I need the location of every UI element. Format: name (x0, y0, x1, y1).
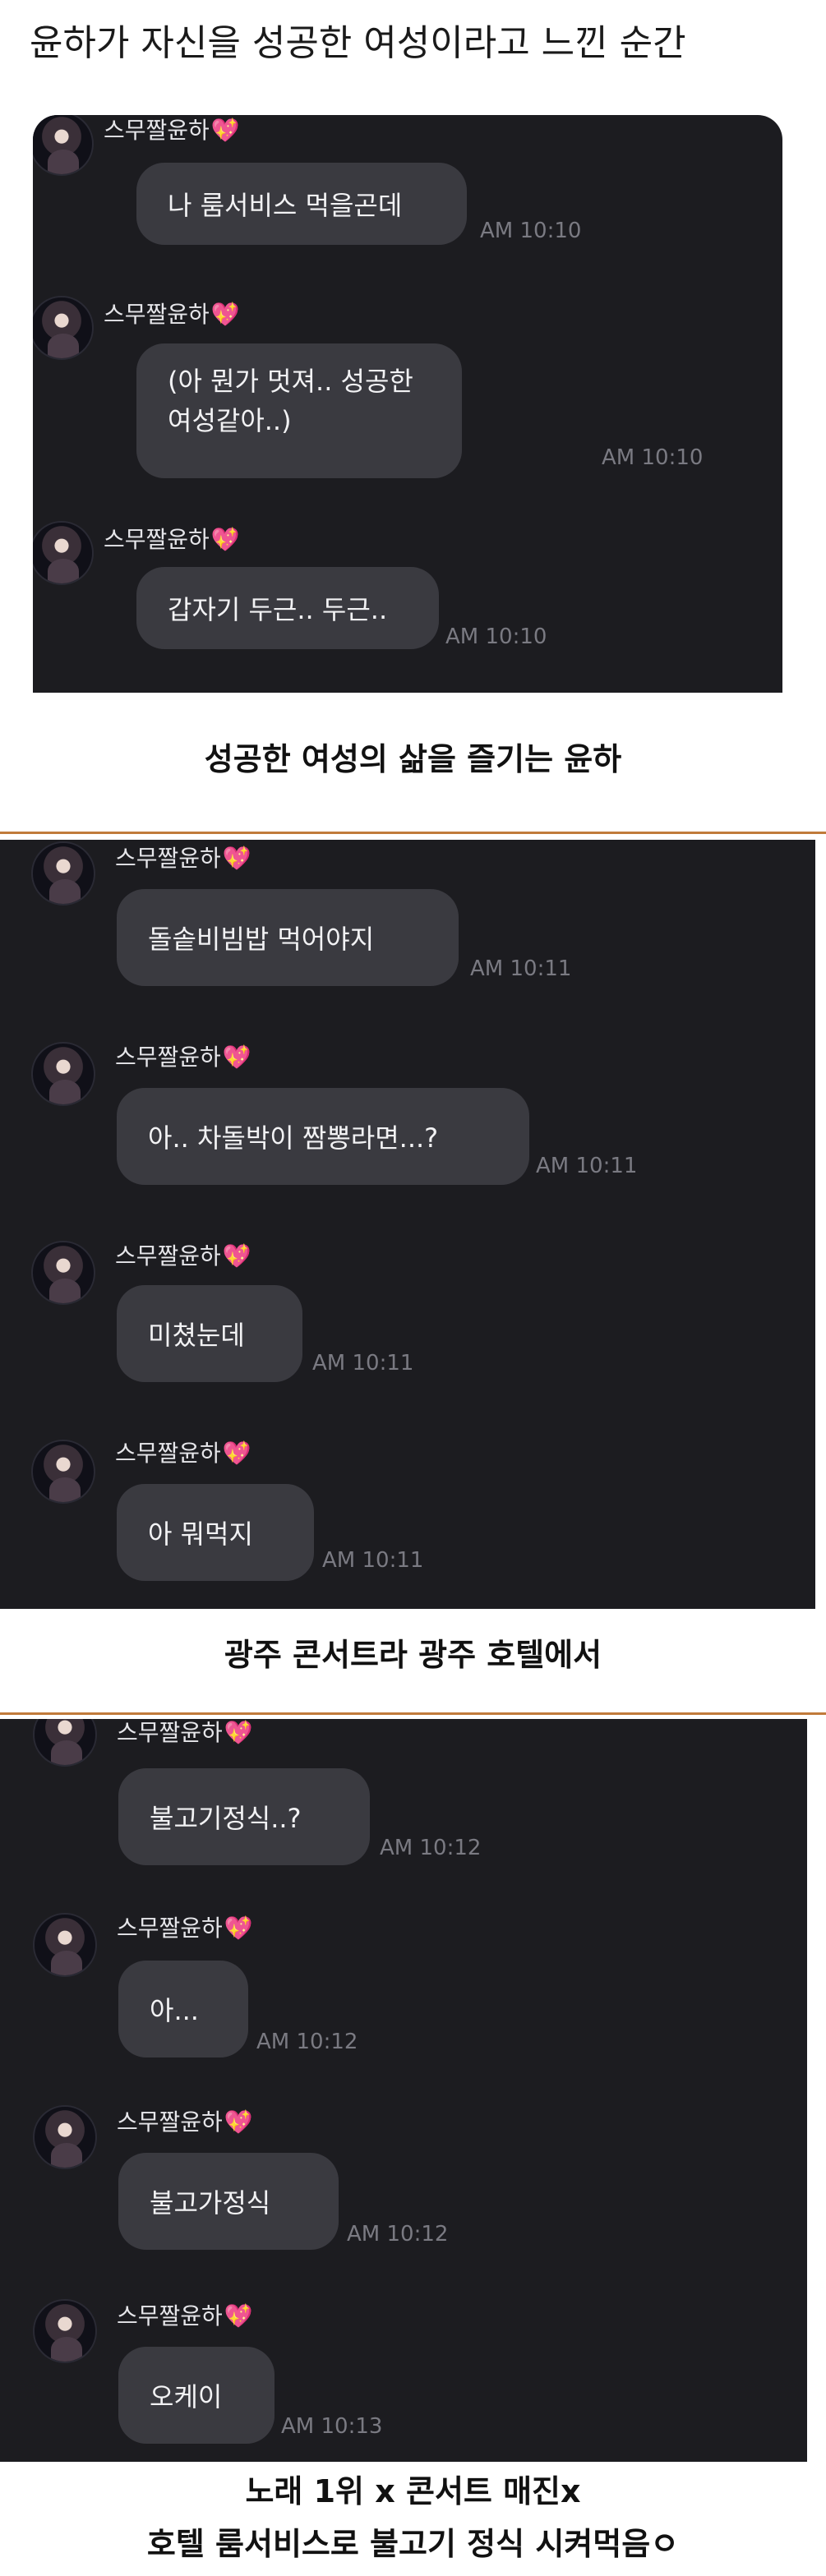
chat-screenshot-1: 스무짤윤하💖 나 룸서비스 먹을곤데 AM 10:10 스무짤윤하💖 (아 뭔가… (33, 115, 782, 693)
sender-name: 스무짤윤하💖 (104, 301, 240, 328)
heart-icon: 💖 (222, 1242, 251, 1270)
page-title: 윤하가 자신을 성공한 여성이라고 느낀 순간 (30, 22, 686, 64)
heart-icon: 💖 (210, 301, 240, 328)
section-divider (0, 832, 826, 834)
message-bubble[interactable]: 아... (118, 1961, 248, 2058)
message-time: AM 10:12 (380, 1836, 482, 1860)
message-time: AM 10:10 (602, 445, 704, 470)
message-bubble[interactable]: 나 룸서비스 먹을곤데 (136, 163, 467, 245)
chat-screenshot-2: 스무짤윤하💖 돌솥비빔밥 먹어야지 AM 10:11 스무짤윤하💖 아.. 차돌… (0, 840, 815, 1609)
avatar[interactable] (33, 115, 94, 176)
message-bubble[interactable]: 불고가정식 (118, 2153, 339, 2250)
sender-name: 스무짤윤하💖 (117, 2108, 253, 2136)
message-time: AM 10:10 (445, 624, 547, 649)
caption-4: 호텔 룸서비스로 불고기 정식 시켜먹음ㅇ (146, 2526, 680, 2562)
avatar[interactable] (33, 521, 94, 585)
caption-1: 성공한 여성의 삶을 즐기는 윤하 (204, 741, 622, 777)
sender-name: 스무짤윤하💖 (115, 1044, 251, 1071)
heart-icon: 💖 (224, 1719, 253, 1746)
message-time: AM 10:11 (470, 956, 572, 981)
message-time: AM 10:12 (347, 2222, 449, 2247)
caption-3: 노래 1위 x 콘서트 매진x (245, 2473, 581, 2509)
message-time: AM 10:11 (536, 1154, 638, 1178)
message-time: AM 10:11 (312, 1351, 414, 1376)
avatar[interactable] (33, 1719, 97, 1767)
heart-icon: 💖 (222, 845, 251, 872)
message-bubble[interactable]: 불고기정식..? (118, 1768, 370, 1865)
avatar[interactable] (33, 1913, 97, 1977)
sender-name: 스무짤윤하💖 (115, 845, 251, 872)
sender-name: 스무짤윤하💖 (117, 1915, 253, 1942)
sender-name: 스무짤윤하💖 (104, 526, 240, 553)
message-bubble[interactable]: 아.. 차돌박이 짬뽕라면...? (117, 1088, 529, 1185)
caption-2: 광주 콘서트라 광주 호텔에서 (224, 1637, 602, 1673)
section-divider (0, 1712, 826, 1715)
message-time: AM 10:12 (256, 2030, 358, 2054)
sender-name: 스무짤윤하💖 (104, 117, 240, 144)
message-bubble[interactable]: (아 뭔가 멋져.. 성공한 여성같아..) (136, 343, 462, 478)
message-time: AM 10:11 (322, 1548, 424, 1573)
message-bubble[interactable]: 미쳤눈데 (117, 1285, 302, 1382)
avatar[interactable] (31, 1241, 95, 1305)
avatar[interactable] (31, 1440, 95, 1504)
sender-name: 스무짤윤하💖 (117, 2302, 253, 2329)
message-time: AM 10:13 (281, 2414, 383, 2439)
avatar[interactable] (31, 841, 95, 906)
message-time: AM 10:10 (480, 219, 582, 243)
message-bubble[interactable]: 아 뭐먹지 (117, 1484, 314, 1581)
message-bubble[interactable]: 갑자기 두근.. 두근.. (136, 567, 439, 649)
avatar[interactable] (33, 296, 94, 360)
sender-name: 스무짤윤하💖 (117, 1719, 253, 1746)
sender-name: 스무짤윤하💖 (115, 1242, 251, 1270)
avatar[interactable] (33, 2299, 97, 2363)
heart-icon: 💖 (222, 1440, 251, 1467)
heart-icon: 💖 (224, 2108, 253, 2136)
heart-icon: 💖 (224, 1915, 253, 1942)
message-bubble[interactable]: 돌솥비빔밥 먹어야지 (117, 889, 459, 986)
message-bubble[interactable]: 오케이 (118, 2347, 275, 2444)
sender-name: 스무짤윤하💖 (115, 1440, 251, 1467)
heart-icon: 💖 (224, 2302, 253, 2329)
avatar[interactable] (31, 1042, 95, 1106)
chat-screenshot-3: 스무짤윤하💖 불고기정식..? AM 10:12 스무짤윤하💖 아... AM … (0, 1719, 807, 2462)
heart-icon: 💖 (222, 1044, 251, 1071)
heart-icon: 💖 (210, 117, 240, 144)
avatar[interactable] (33, 2105, 97, 2169)
heart-icon: 💖 (210, 526, 240, 553)
